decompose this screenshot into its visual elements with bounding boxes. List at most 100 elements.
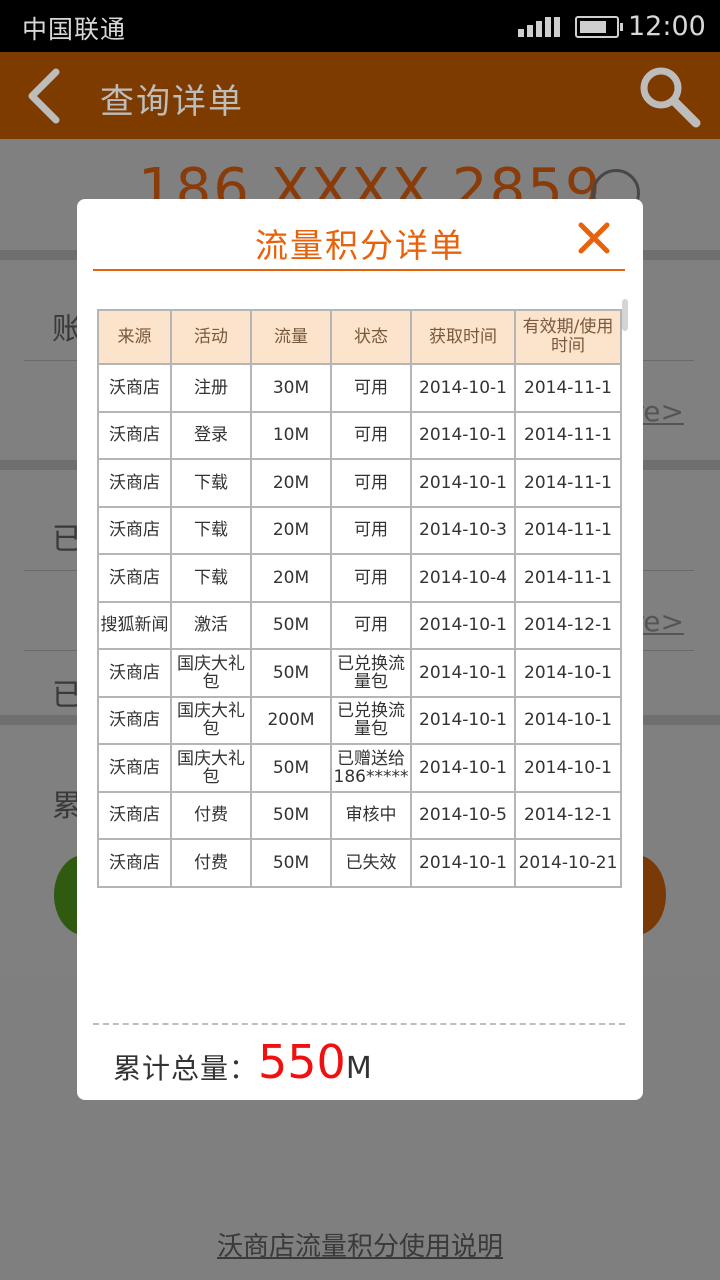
usage-instructions-link[interactable]: 沃商店流量积分使用说明 [0,1226,720,1263]
table-cell: 审核中 [330,790,412,840]
column-header: 流量 [250,309,332,365]
dialog-title: 流量积分详单 [255,226,465,265]
table-row: 沃商店 国庆大礼包 50M 已赠送给186***** 2014-10-1 2014-10-… [97,743,622,793]
column-header: 有效期/使用时间 [514,309,622,365]
table-cell: 已兑换流量包 [330,648,412,698]
close-icon[interactable] [577,221,611,255]
table-cell: 可用 [330,553,412,603]
table-row: 沃商店 注册 30M 可用 2014-10-1 2014-11-1 [97,363,622,413]
table-cell: 沃商店 [97,838,172,888]
table-row: 沃商店 登录 10M 可用 2014-10-1 2014-11-1 [97,410,622,460]
table-cell: 20M [250,553,332,603]
signal-icon [518,17,560,37]
table-row: 沃商店 付费 50M 已失效 2014-10-1 2014-10-21 [97,838,622,888]
table-cell: 下载 [170,458,252,508]
table-cell: 沃商店 [97,743,172,793]
table-cell: 可用 [330,600,412,650]
total-row: 累计总量：550M [113,1035,372,1091]
table-cell: 2014-11-1 [514,363,622,413]
table-cell: 2014-11-1 [514,553,622,603]
table-cell: 2014-10-3 [410,505,516,555]
carrier-name: 中国联通 [22,15,127,44]
table-cell: 可用 [330,505,412,555]
table-cell: 沃商店 [97,648,172,698]
table-cell: 2014-10-1 [410,695,516,745]
table-cell: 下载 [170,505,252,555]
table-cell: 沃商店 [97,363,172,413]
table-cell: 20M [250,458,332,508]
table-cell: 2014-10-1 [410,743,516,793]
column-header: 获取时间 [410,309,516,365]
table-cell: 2014-10-1 [514,695,622,745]
scrollbar[interactable] [622,299,628,331]
table-cell: 2014-10-4 [410,553,516,603]
table-cell: 2014-11-1 [514,410,622,460]
table-cell: 2014-10-1 [514,743,622,793]
table-cell: 国庆大礼包 [170,648,252,698]
column-header: 来源 [97,309,172,365]
table-cell: 50M [250,600,332,650]
table-header-row: 来源 活动 流量 状态 获取时间 有效期/使用时间 [97,309,622,365]
table-cell: 50M [250,790,332,840]
table-cell: 登录 [170,410,252,460]
chevron-left-icon[interactable] [22,66,66,126]
table-cell: 50M [250,743,332,793]
table-cell: 200M [250,695,332,745]
table-cell: 2014-10-1 [410,838,516,888]
table-row: 沃商店 下载 20M 可用 2014-10-4 2014-11-1 [97,553,622,603]
total-unit: M [345,1051,372,1086]
table-cell: 2014-12-1 [514,790,622,840]
total-value: 550 [258,1035,346,1089]
table-cell: 可用 [330,410,412,460]
table-cell: 30M [250,363,332,413]
table-cell: 2014-10-1 [410,458,516,508]
table-cell: 2014-10-1 [410,648,516,698]
table-cell: 激活 [170,600,252,650]
table-cell: 2014-11-1 [514,505,622,555]
column-header: 状态 [330,309,412,365]
table-body: 沃商店 注册 30M 可用 2014-10-1 2014-11-1 沃商店 登录 10M 可用 20… [97,363,622,888]
table-row: 沃商店 下载 20M 可用 2014-10-3 2014-11-1 [97,505,622,555]
table-cell: 搜狐新闻 [97,600,172,650]
table-cell: 国庆大礼包 [170,743,252,793]
nav-bar: 查询详单 [0,52,720,139]
status-time: 12:00 [628,11,706,42]
table-cell: 20M [250,505,332,555]
table-cell: 沃商店 [97,790,172,840]
table-cell: 2014-10-1 [410,410,516,460]
total-divider [93,1023,625,1025]
table-cell: 2014-11-1 [514,458,622,508]
title-divider [93,269,625,271]
points-detail-dialog: 流量积分详单 来源 活动 流量 状态 获取时间 有效期/使用时间 沃商店 注册 30M 可用 20… [77,199,643,1100]
table-cell: 可用 [330,363,412,413]
table-row: 沃商店 国庆大礼包 50M 已兑换流量包 2014-10-1 2014-10-1 [97,648,622,698]
table-cell: 50M [250,838,332,888]
table-row: 搜狐新闻 激活 50M 可用 2014-10-1 2014-12-1 [97,600,622,650]
points-table: 来源 活动 流量 状态 获取时间 有效期/使用时间 沃商店 注册 30M 可用 2014-10-1… [97,309,622,888]
table-cell: 沃商店 [97,505,172,555]
table-cell: 付费 [170,790,252,840]
table-cell: 2014-10-1 [410,363,516,413]
table-cell: 沃商店 [97,458,172,508]
table-cell: 2014-10-1 [514,648,622,698]
table-cell: 沃商店 [97,695,172,745]
table-cell: 已赠送给186***** [330,743,412,793]
column-header: 活动 [170,309,252,365]
table-cell: 沃商店 [97,410,172,460]
table-cell: 2014-10-21 [514,838,622,888]
table-cell: 沃商店 [97,553,172,603]
search-icon[interactable] [634,62,704,132]
table-cell: 2014-10-1 [410,600,516,650]
table-cell: 10M [250,410,332,460]
table-cell: 2014-10-5 [410,790,516,840]
table-cell: 50M [250,648,332,698]
table-cell: 2014-12-1 [514,600,622,650]
table-cell: 国庆大礼包 [170,695,252,745]
page-title: 查询详单 [100,82,244,122]
table-cell: 付费 [170,838,252,888]
total-label: 累计总量： [113,1052,259,1085]
table-cell: 已失效 [330,838,412,888]
table-cell: 已兑换流量包 [330,695,412,745]
table-row: 沃商店 付费 50M 审核中 2014-10-5 2014-12-1 [97,790,622,840]
battery-icon [575,16,623,38]
